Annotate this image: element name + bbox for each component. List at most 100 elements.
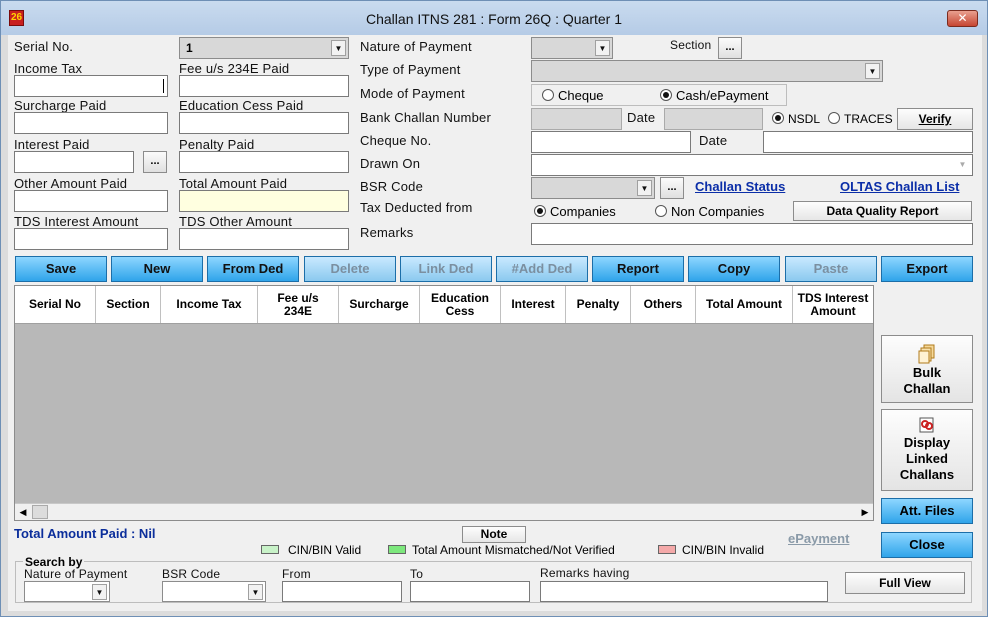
display-linked-challans-button[interactable]: Display Linked Challans — [881, 409, 973, 491]
traces-option[interactable]: TRACES — [828, 112, 893, 126]
mode-cash-option[interactable]: Cash/ePayment — [660, 88, 769, 103]
amount-mismatch-label: Total Amount Mismatched/Not Verified — [412, 543, 615, 557]
scroll-left-icon[interactable]: ◀ — [15, 504, 31, 520]
close-button[interactable]: Close — [881, 532, 973, 558]
search-bsr-combo[interactable]: ▼ — [162, 581, 266, 602]
cheque-date-input[interactable] — [763, 131, 973, 153]
column-header[interactable]: Interest — [501, 286, 566, 323]
income-tax-input[interactable] — [14, 75, 168, 97]
chevron-down-icon[interactable]: ▼ — [92, 584, 107, 600]
remarks-input[interactable] — [531, 223, 973, 245]
column-header[interactable]: Education Cess — [420, 286, 501, 323]
chevron-down-icon[interactable]: ▼ — [595, 40, 610, 56]
radio-on-icon[interactable] — [534, 205, 546, 217]
bsr-code-combo[interactable]: ▼ — [531, 177, 655, 199]
cheque-no-input[interactable] — [531, 131, 691, 153]
search-from-label: From — [282, 567, 311, 581]
radio-off-icon[interactable] — [828, 112, 840, 124]
mode-of-payment-label: Mode of Payment — [360, 86, 465, 101]
column-header[interactable]: Others — [631, 286, 696, 323]
traces-label: TRACES — [844, 112, 893, 126]
total-amount-input[interactable] — [179, 190, 349, 212]
display-linked-challans-label: Display Linked Challans — [899, 435, 955, 482]
column-header[interactable]: Total Amount — [696, 286, 793, 323]
cin-invalid-label: CIN/BIN Invalid — [682, 543, 765, 557]
delete-button[interactable]: Delete — [304, 256, 396, 282]
verify-button[interactable]: Verify — [897, 108, 973, 130]
paste-button[interactable]: Paste — [785, 256, 877, 282]
add-ded-button[interactable]: #Add Ded — [496, 256, 588, 282]
bsr-code-label: BSR Code — [360, 179, 424, 194]
surcharge-label: Surcharge Paid — [14, 98, 107, 113]
bank-challan-label: Bank Challan Number — [360, 110, 491, 125]
tds-other-input[interactable] — [179, 228, 349, 250]
mode-cheque-option[interactable]: Cheque — [542, 88, 604, 103]
column-header[interactable]: Serial No — [15, 286, 96, 323]
epayment-link[interactable]: ePayment — [788, 531, 849, 546]
challan-grid[interactable]: Serial No Section Income Tax Fee u/s 234… — [14, 285, 874, 521]
search-bsr-label: BSR Code — [162, 567, 221, 581]
column-header[interactable]: Fee u/s 234E — [258, 286, 339, 323]
nature-of-payment-combo[interactable]: ▼ — [531, 37, 613, 59]
challan-status-link[interactable]: Challan Status — [695, 179, 785, 194]
save-button[interactable]: Save — [15, 256, 107, 282]
fee-234e-input[interactable] — [179, 75, 349, 97]
column-header[interactable]: Penalty — [566, 286, 631, 323]
bank-challan-input[interactable] — [531, 108, 622, 130]
education-cess-label: Education Cess Paid — [179, 98, 304, 113]
surcharge-input[interactable] — [14, 112, 168, 134]
chevron-down-icon[interactable]: ▼ — [865, 63, 880, 79]
column-header[interactable]: TDS Interest Amount — [793, 286, 873, 323]
search-to-input[interactable] — [410, 581, 530, 602]
bulk-challan-button[interactable]: Bulk Challan — [881, 335, 973, 403]
att-files-button[interactable]: Att. Files — [881, 498, 973, 524]
search-nature-combo[interactable]: ▼ — [24, 581, 110, 602]
horizontal-scrollbar[interactable]: ◀ ▶ — [15, 503, 873, 520]
nsdl-label: NSDL — [788, 112, 821, 126]
chevron-down-icon[interactable]: ▼ — [331, 40, 346, 56]
column-header[interactable]: Surcharge — [339, 286, 420, 323]
radio-off-icon[interactable] — [542, 89, 554, 101]
copy-button[interactable]: Copy — [688, 256, 780, 282]
chevron-down-icon[interactable]: ▼ — [248, 584, 263, 600]
from-ded-button[interactable]: From Ded — [207, 256, 299, 282]
search-group: Search by Nature of Payment ▼ BSR Code ▼… — [15, 555, 972, 603]
serial-no-combo[interactable]: 1 ▼ — [179, 37, 349, 59]
bsr-more-button[interactable]: ... — [660, 177, 684, 199]
new-button[interactable]: New — [111, 256, 203, 282]
export-button[interactable]: Export — [881, 256, 973, 282]
interest-input[interactable] — [14, 151, 134, 173]
scroll-right-icon[interactable]: ▶ — [857, 504, 873, 520]
radio-off-icon[interactable] — [655, 205, 667, 217]
nsdl-option[interactable]: NSDL — [772, 112, 820, 126]
report-button[interactable]: Report — [592, 256, 684, 282]
note-button[interactable]: Note — [462, 526, 526, 543]
radio-on-icon[interactable] — [660, 89, 672, 101]
section-more-button[interactable]: ... — [718, 37, 742, 59]
bank-date-label: Date — [627, 110, 656, 125]
bank-date-input[interactable] — [664, 108, 763, 130]
drawn-on-combo[interactable]: ▼ — [531, 154, 973, 176]
companies-option[interactable]: Companies — [534, 204, 616, 219]
data-quality-report-button[interactable]: Data Quality Report — [793, 201, 972, 221]
interest-more-button[interactable]: ... — [143, 151, 167, 173]
radio-on-icon[interactable] — [772, 112, 784, 124]
chevron-down-icon[interactable]: ▼ — [955, 157, 970, 173]
education-cess-input[interactable] — [179, 112, 349, 134]
non-companies-option[interactable]: Non Companies — [655, 204, 764, 219]
chevron-down-icon[interactable]: ▼ — [637, 180, 652, 196]
full-view-button[interactable]: Full View — [845, 572, 965, 594]
column-header[interactable]: Section — [96, 286, 161, 323]
link-ded-button[interactable]: Link Ded — [400, 256, 492, 282]
penalty-input[interactable] — [179, 151, 349, 173]
search-remarks-input[interactable] — [540, 581, 828, 602]
oltas-challan-list-link[interactable]: OLTAS Challan List — [840, 179, 959, 194]
tds-interest-input[interactable] — [14, 228, 168, 250]
cin-valid-swatch — [261, 545, 279, 554]
search-from-input[interactable] — [282, 581, 402, 602]
column-header[interactable]: Income Tax — [161, 286, 258, 323]
window-close-button[interactable]: ✕ — [947, 10, 978, 27]
other-amount-input[interactable] — [14, 190, 168, 212]
type-of-payment-combo[interactable]: ▼ — [531, 60, 883, 82]
scroll-thumb[interactable] — [32, 505, 48, 519]
